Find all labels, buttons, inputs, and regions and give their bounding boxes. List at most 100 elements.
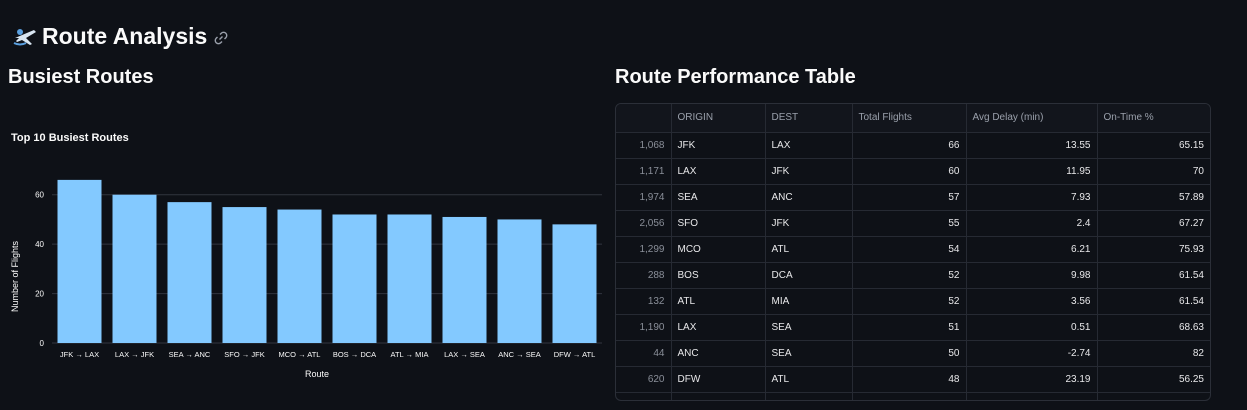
table-cell[interactable]: 13.55	[966, 132, 1098, 159]
table-cell[interactable]: LAX	[671, 314, 766, 341]
table-cell[interactable]: 55	[852, 210, 967, 237]
table-row[interactable]: 1,299 MCO ATL 54 6.21 75.93	[616, 236, 1210, 263]
row-index-cell[interactable]: 620	[616, 366, 672, 393]
x-tick-label: LAX → SEA	[444, 350, 485, 359]
table-cell[interactable]: 23.19	[966, 366, 1098, 393]
column-header[interactable]: Total Flights	[852, 104, 967, 133]
table-cell[interactable]: JFK	[671, 132, 766, 159]
column-header[interactable]: On-Time %	[1097, 104, 1210, 133]
table-cell[interactable]: 65.15	[1097, 132, 1210, 159]
table-row[interactable]: 2,056 SFO JFK 55 2.4 67.27	[616, 210, 1210, 237]
table-cell[interactable]	[765, 392, 853, 400]
table-cell[interactable]: 6.21	[966, 236, 1098, 263]
row-index-cell[interactable]: 132	[616, 288, 672, 315]
bar	[387, 214, 432, 343]
column-header[interactable]: DEST	[765, 104, 853, 133]
table-cell[interactable]: 66	[852, 132, 967, 159]
y-tick-label: 0	[40, 339, 45, 348]
route-performance-table[interactable]: ORIGIN DEST Total Flights Avg Delay (min) On…	[615, 103, 1211, 401]
table-cell[interactable]: ATL	[671, 288, 766, 315]
table-cell[interactable]: 50	[852, 340, 967, 367]
table-cell[interactable]: JFK	[765, 210, 853, 237]
table-cell[interactable]: 51	[852, 314, 967, 341]
table-cell[interactable]: 48	[852, 366, 967, 393]
row-index-cell[interactable]: 1,068	[616, 132, 672, 159]
table-cell[interactable]: 61.54	[1097, 262, 1210, 289]
table-cell[interactable]: 61.54	[1097, 288, 1210, 315]
table-cell[interactable]: SEA	[765, 340, 853, 367]
table-cell[interactable]: 0.51	[966, 314, 1098, 341]
table-cell[interactable]: 52	[852, 288, 967, 315]
table-cell[interactable]: 54	[852, 236, 967, 263]
table-cell[interactable]: 60	[852, 158, 967, 185]
row-index-cell[interactable]	[616, 392, 672, 400]
table-cell[interactable]: 11.95	[966, 158, 1098, 185]
table-cell[interactable]: ATL	[765, 236, 853, 263]
table-cell[interactable]	[852, 392, 967, 400]
x-tick-label: SEA → ANC	[169, 350, 211, 359]
data-table[interactable]: ORIGIN DEST Total Flights Avg Delay (min) On…	[616, 104, 1210, 400]
table-cell[interactable]: MCO	[671, 236, 766, 263]
y-tick-label: 40	[35, 240, 44, 249]
x-tick-label: ATL → MIA	[391, 350, 429, 359]
column-header[interactable]: Avg Delay (min)	[966, 104, 1098, 133]
link-icon[interactable]	[213, 30, 229, 46]
table-cell[interactable]	[671, 392, 766, 400]
table-row[interactable]: 1,068 JFK LAX 66 13.55 65.15	[616, 132, 1210, 159]
column-header[interactable]: ORIGIN	[671, 104, 766, 133]
bar	[552, 224, 597, 343]
table-cell[interactable]: DCA	[765, 262, 853, 289]
table-cell[interactable]: -2.74	[966, 340, 1098, 367]
x-axis-label: Route	[305, 369, 329, 379]
table-row[interactable]: 620 DFW ATL 48 23.19 56.25	[616, 366, 1210, 393]
airplane-icon	[13, 29, 36, 46]
table-cell[interactable]: LAX	[765, 132, 853, 159]
table-row[interactable]	[616, 392, 1210, 400]
table-cell[interactable]: MIA	[765, 288, 853, 315]
table-row[interactable]: 1,974 SEA ANC 57 7.93 57.89	[616, 184, 1210, 211]
table-cell[interactable]: SFO	[671, 210, 766, 237]
table-cell[interactable]: 57.89	[1097, 184, 1210, 211]
column-header[interactable]	[616, 104, 672, 133]
page: Route Analysis Busiest Routes Route Perf…	[0, 0, 1247, 410]
table-cell[interactable]	[1097, 392, 1210, 400]
table-cell[interactable]: BOS	[671, 262, 766, 289]
table-row[interactable]: 1,190 LAX SEA 51 0.51 68.63	[616, 314, 1210, 341]
row-index-cell[interactable]: 1,299	[616, 236, 672, 263]
table-cell[interactable]: 2.4	[966, 210, 1098, 237]
table-cell[interactable]: ANC	[765, 184, 853, 211]
row-index-cell[interactable]: 44	[616, 340, 672, 367]
table-cell[interactable]	[966, 392, 1098, 400]
table-cell[interactable]: DFW	[671, 366, 766, 393]
row-index-cell[interactable]: 288	[616, 262, 672, 289]
table-row[interactable]: 288 BOS DCA 52 9.98 61.54	[616, 262, 1210, 289]
row-index-cell[interactable]: 1,171	[616, 158, 672, 185]
table-cell[interactable]: LAX	[671, 158, 766, 185]
table-cell[interactable]: 82	[1097, 340, 1210, 367]
table-cell[interactable]: 56.25	[1097, 366, 1210, 393]
page-title: Route Analysis	[42, 22, 208, 49]
row-index-cell[interactable]: 1,974	[616, 184, 672, 211]
table-cell[interactable]: 67.27	[1097, 210, 1210, 237]
table-row[interactable]: 44 ANC SEA 50 -2.74 82	[616, 340, 1210, 367]
table-row[interactable]: 1,171 LAX JFK 60 11.95 70	[616, 158, 1210, 185]
table-cell[interactable]: SEA	[671, 184, 766, 211]
table-cell[interactable]: ANC	[671, 340, 766, 367]
table-cell[interactable]: JFK	[765, 158, 853, 185]
table-cell[interactable]: 75.93	[1097, 236, 1210, 263]
row-index-cell[interactable]: 2,056	[616, 210, 672, 237]
table-cell[interactable]: 3.56	[966, 288, 1098, 315]
x-tick-label: JFK → LAX	[60, 350, 99, 359]
table-cell[interactable]: 52	[852, 262, 967, 289]
table-cell[interactable]: 68.63	[1097, 314, 1210, 341]
table-cell[interactable]: 70	[1097, 158, 1210, 185]
table-cell[interactable]: SEA	[765, 314, 853, 341]
row-index-cell[interactable]: 1,190	[616, 314, 672, 341]
x-tick-label: ANC → SEA	[498, 350, 541, 359]
bar	[277, 209, 322, 343]
table-row[interactable]: 132 ATL MIA 52 3.56 61.54	[616, 288, 1210, 315]
table-cell[interactable]: 7.93	[966, 184, 1098, 211]
table-cell[interactable]: ATL	[765, 366, 853, 393]
table-cell[interactable]: 9.98	[966, 262, 1098, 289]
table-cell[interactable]: 57	[852, 184, 967, 211]
